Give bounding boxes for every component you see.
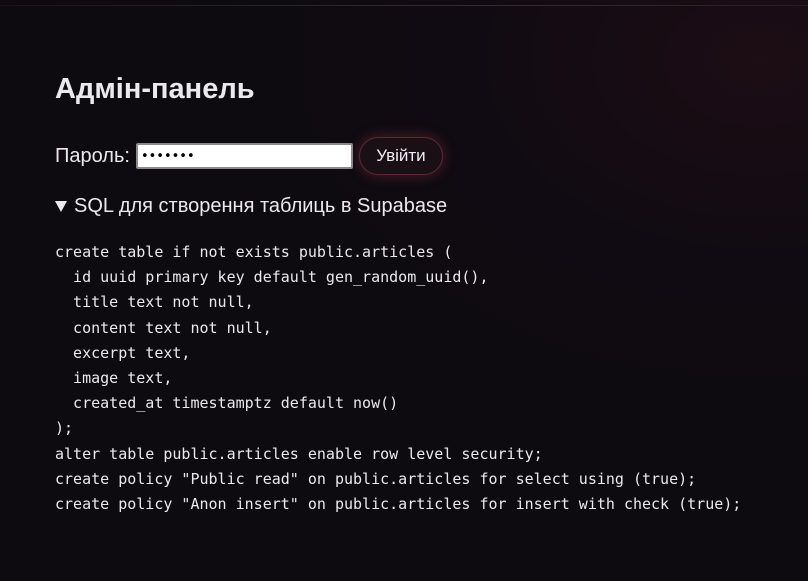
sql-details-toggle[interactable]: SQL для створення таблиць в Supabase: [55, 193, 447, 219]
login-form: Пароль: Увійти: [55, 137, 443, 175]
login-button[interactable]: Увійти: [358, 137, 443, 175]
password-label: Пароль:: [55, 144, 130, 167]
password-input[interactable]: [135, 143, 353, 169]
sql-details-summary: SQL для створення таблиць в Supabase: [74, 194, 448, 217]
sql-code-block: create table if not exists public.articl…: [55, 243, 742, 514]
triangle-down-icon: [55, 201, 67, 212]
page-title: Адмін-панель: [55, 73, 255, 105]
top-divider: [0, 5, 808, 6]
